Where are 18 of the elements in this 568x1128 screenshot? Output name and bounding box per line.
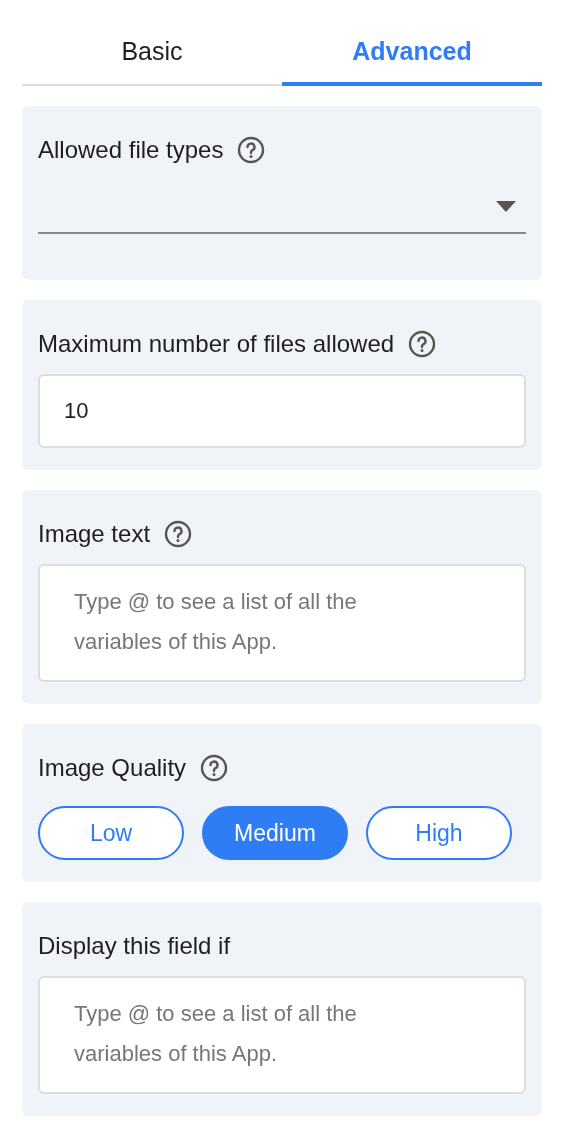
quality-option[interactable]: Low	[38, 806, 184, 860]
field-label: Allowed file types	[38, 136, 224, 164]
tab[interactable]: Advanced	[282, 20, 542, 86]
input-field[interactable]: 10	[38, 374, 526, 448]
field-label: Image text	[38, 520, 151, 548]
quality-option[interactable]: High	[366, 806, 512, 860]
help-icon[interactable]	[237, 136, 266, 164]
text-area[interactable]: Type @ to see a list of all the variables of this App.	[38, 976, 526, 1094]
field-label: Image Quality	[38, 754, 187, 782]
quality-option[interactable]: Medium	[202, 806, 348, 860]
field-label: Maximum number of files allowed	[38, 330, 395, 358]
field-label: Display this field if	[38, 932, 231, 960]
tab[interactable]: Basic	[22, 20, 282, 86]
text-area[interactable]: Type @ to see a list of all the variables of this App.	[38, 564, 526, 682]
help-icon[interactable]	[200, 754, 229, 782]
caret-icon	[496, 200, 516, 212]
help-icon[interactable]	[164, 520, 193, 548]
help-icon[interactable]	[408, 330, 437, 358]
